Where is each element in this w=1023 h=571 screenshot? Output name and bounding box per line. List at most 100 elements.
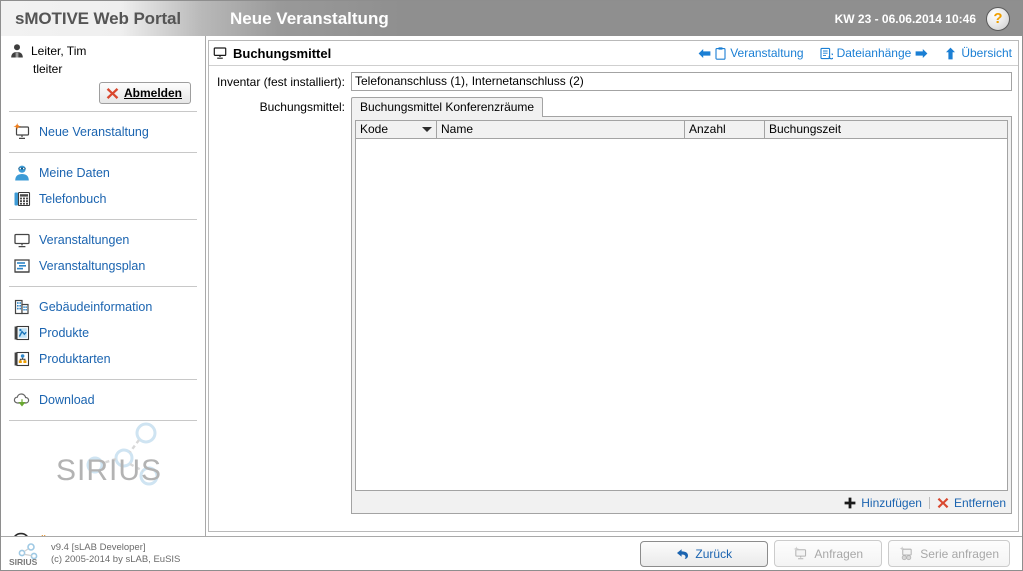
request-button-label: Anfragen xyxy=(814,546,864,561)
sidebar-item-label: Neue Veranstaltung xyxy=(39,125,149,139)
main-content: Buchungsmittel Veranstaltung Dateianhäng… xyxy=(206,36,1022,536)
inventar-label: Inventar (fest installiert): xyxy=(216,75,345,89)
series-request-icon xyxy=(899,546,914,561)
left-arrow-icon xyxy=(698,48,711,59)
sidebar-divider-3 xyxy=(9,219,197,220)
sirius-logo: SIRIUS xyxy=(1,411,205,506)
nav-link-label: Veranstaltung xyxy=(730,46,804,60)
clipboard-icon xyxy=(715,46,726,60)
add-button-label: Hinzufügen xyxy=(861,496,922,510)
chevron-down-icon xyxy=(422,127,432,132)
sidebar-item-veranstaltungsplan[interactable]: Veranstaltungsplan xyxy=(1,253,205,279)
remove-button[interactable]: Entfernen xyxy=(937,496,1006,510)
nav-link-label: Übersicht xyxy=(961,46,1012,60)
inventar-row: Inventar (fest installiert): Telefonansc… xyxy=(209,72,1018,91)
logout-label: Abmelden xyxy=(123,86,182,100)
page-nav-links: Veranstaltung Dateianhänge Übersicht xyxy=(698,46,1012,60)
user-row: Leiter, Tim xyxy=(9,43,197,59)
content-card: Buchungsmittel Veranstaltung Dateianhäng… xyxy=(208,40,1019,532)
buchungsmittel-grid: Kode Name Anzahl Buchungszeit xyxy=(355,120,1008,491)
red-x-icon xyxy=(106,87,119,100)
column-header-buchungszeit[interactable]: Buchungszeit xyxy=(765,121,1007,138)
sidebar-item-label: Gebäudeinformation xyxy=(39,300,153,314)
grid-header-row: Kode Name Anzahl Buchungszeit xyxy=(356,121,1007,139)
nav-link-dateianhaenge[interactable]: Dateianhänge xyxy=(820,46,929,60)
logout-button[interactable]: Abmelden xyxy=(98,82,191,104)
sidebar-item-neue-veranstaltung[interactable]: Neue Veranstaltung xyxy=(1,119,205,145)
download-cloud-icon xyxy=(13,391,31,409)
app-footer: SIRIUS v9.4 [sLAB Developer] (c) 2005-20… xyxy=(1,536,1022,570)
series-request-button[interactable]: Serie anfragen xyxy=(888,540,1010,567)
schedule-icon xyxy=(13,257,31,275)
column-header-kode[interactable]: Kode xyxy=(356,121,437,138)
svg-text:SIRIUS: SIRIUS xyxy=(56,454,162,487)
projector-icon xyxy=(213,46,227,60)
column-header-name[interactable]: Name xyxy=(437,121,685,138)
sidebar-divider-1 xyxy=(9,111,197,112)
request-icon xyxy=(793,546,808,561)
sidebar-item-veranstaltungen[interactable]: Veranstaltungen xyxy=(1,227,205,253)
sidebar-divider-4 xyxy=(9,286,197,287)
page-title: Buchungsmittel xyxy=(213,46,331,61)
up-arrow-icon xyxy=(944,47,957,60)
footer-buttons: Zurück Anfragen Serie anfragen xyxy=(206,540,1022,567)
sidebar-item-label: Telefonbuch xyxy=(39,192,107,206)
building-icon xyxy=(13,298,31,316)
content-header: Buchungsmittel Veranstaltung Dateianhäng… xyxy=(209,41,1018,66)
add-button[interactable]: Hinzufügen xyxy=(844,496,922,510)
plus-icon xyxy=(844,497,856,509)
user-name: Leiter, Tim xyxy=(31,44,87,58)
footer-branding: SIRIUS v9.4 [sLAB Developer] (c) 2005-20… xyxy=(1,541,206,567)
back-button-label: Zurück xyxy=(695,546,733,561)
sidebar-item-label: Download xyxy=(39,393,95,407)
column-header-anzahl[interactable]: Anzahl xyxy=(685,121,765,138)
form-area: Inventar (fest installiert): Telefonansc… xyxy=(209,66,1018,514)
sidebar-item-gebaeudeinformation[interactable]: Gebäudeinformation xyxy=(1,294,205,320)
footer-copyright: (c) 2005-2014 by sLAB, EuSIS xyxy=(51,553,181,565)
tab-buchungsmittel-konferenzraeume[interactable]: Buchungsmittel Konferenzräume xyxy=(351,97,544,117)
attachment-icon xyxy=(820,47,834,60)
red-x-icon xyxy=(937,497,949,509)
logout-row: Abmelden xyxy=(9,82,197,104)
sidebar-item-download[interactable]: Download xyxy=(1,387,205,413)
nav-link-label: Dateianhänge xyxy=(836,46,912,60)
request-button[interactable]: Anfragen xyxy=(774,540,883,567)
buchungsmittel-panel: Buchungsmittel Konferenzräume Kode Name … xyxy=(351,97,1012,514)
nav-link-veranstaltung[interactable]: Veranstaltung xyxy=(698,46,804,60)
tab-strip: Buchungsmittel Konferenzräume xyxy=(351,97,1012,117)
grid-body-empty[interactable] xyxy=(356,139,1007,490)
user-block: Leiter, Tim tleiter Abmelden xyxy=(1,36,205,104)
user-icon xyxy=(9,43,25,59)
back-button[interactable]: Zurück xyxy=(640,540,769,567)
sidebar: Leiter, Tim tleiter Abmelden Neue Verans… xyxy=(1,36,206,552)
buchungsmittel-row: Buchungsmittel: Buchungsmittel Konferenz… xyxy=(209,97,1018,514)
sidebar-item-produktarten[interactable]: Produktarten xyxy=(1,346,205,372)
help-question-icon[interactable]: ? xyxy=(986,6,1010,31)
app-header: sMOTIVE Web Portal Neue Veranstaltung KW… xyxy=(1,1,1022,36)
footer-version: v9.4 [sLAB Developer] xyxy=(51,541,146,553)
page-title-text: Buchungsmittel xyxy=(233,45,332,61)
sidebar-item-telefonbuch[interactable]: Telefonbuch xyxy=(1,186,205,212)
sirius-small-logo-icon: SIRIUS xyxy=(9,541,45,567)
sidebar-item-label: Veranstaltungsplan xyxy=(39,259,146,273)
right-arrow-icon xyxy=(915,48,928,59)
monitor-icon xyxy=(13,231,31,249)
column-header-label: Anzahl xyxy=(689,122,726,136)
sidebar-item-label: Produktarten xyxy=(39,352,111,366)
series-request-button-label: Serie anfragen xyxy=(920,546,999,561)
sidebar-item-label: Veranstaltungen xyxy=(39,233,130,247)
column-header-label: Name xyxy=(441,122,474,136)
phonebook-icon xyxy=(13,190,31,208)
grid-actions: Hinzufügen Entfernen xyxy=(844,496,1006,510)
product-types-icon xyxy=(13,350,31,368)
footer-version-block: v9.4 [sLAB Developer] (c) 2005-2014 by s… xyxy=(51,542,180,566)
person-data-icon xyxy=(13,164,31,182)
sidebar-item-produkte[interactable]: Produkte xyxy=(1,320,205,346)
svg-text:SIRIUS: SIRIUS xyxy=(9,557,38,567)
application-window: sMOTIVE Web Portal Neue Veranstaltung KW… xyxy=(0,0,1023,571)
sidebar-item-meine-daten[interactable]: Meine Daten xyxy=(1,160,205,186)
sidebar-item-label: Meine Daten xyxy=(39,166,110,180)
remove-button-label: Entfernen xyxy=(953,496,1006,510)
nav-link-uebersicht[interactable]: Übersicht xyxy=(944,46,1012,60)
inventar-field[interactable]: Telefonanschluss (1), Internetanschluss … xyxy=(351,72,1012,91)
